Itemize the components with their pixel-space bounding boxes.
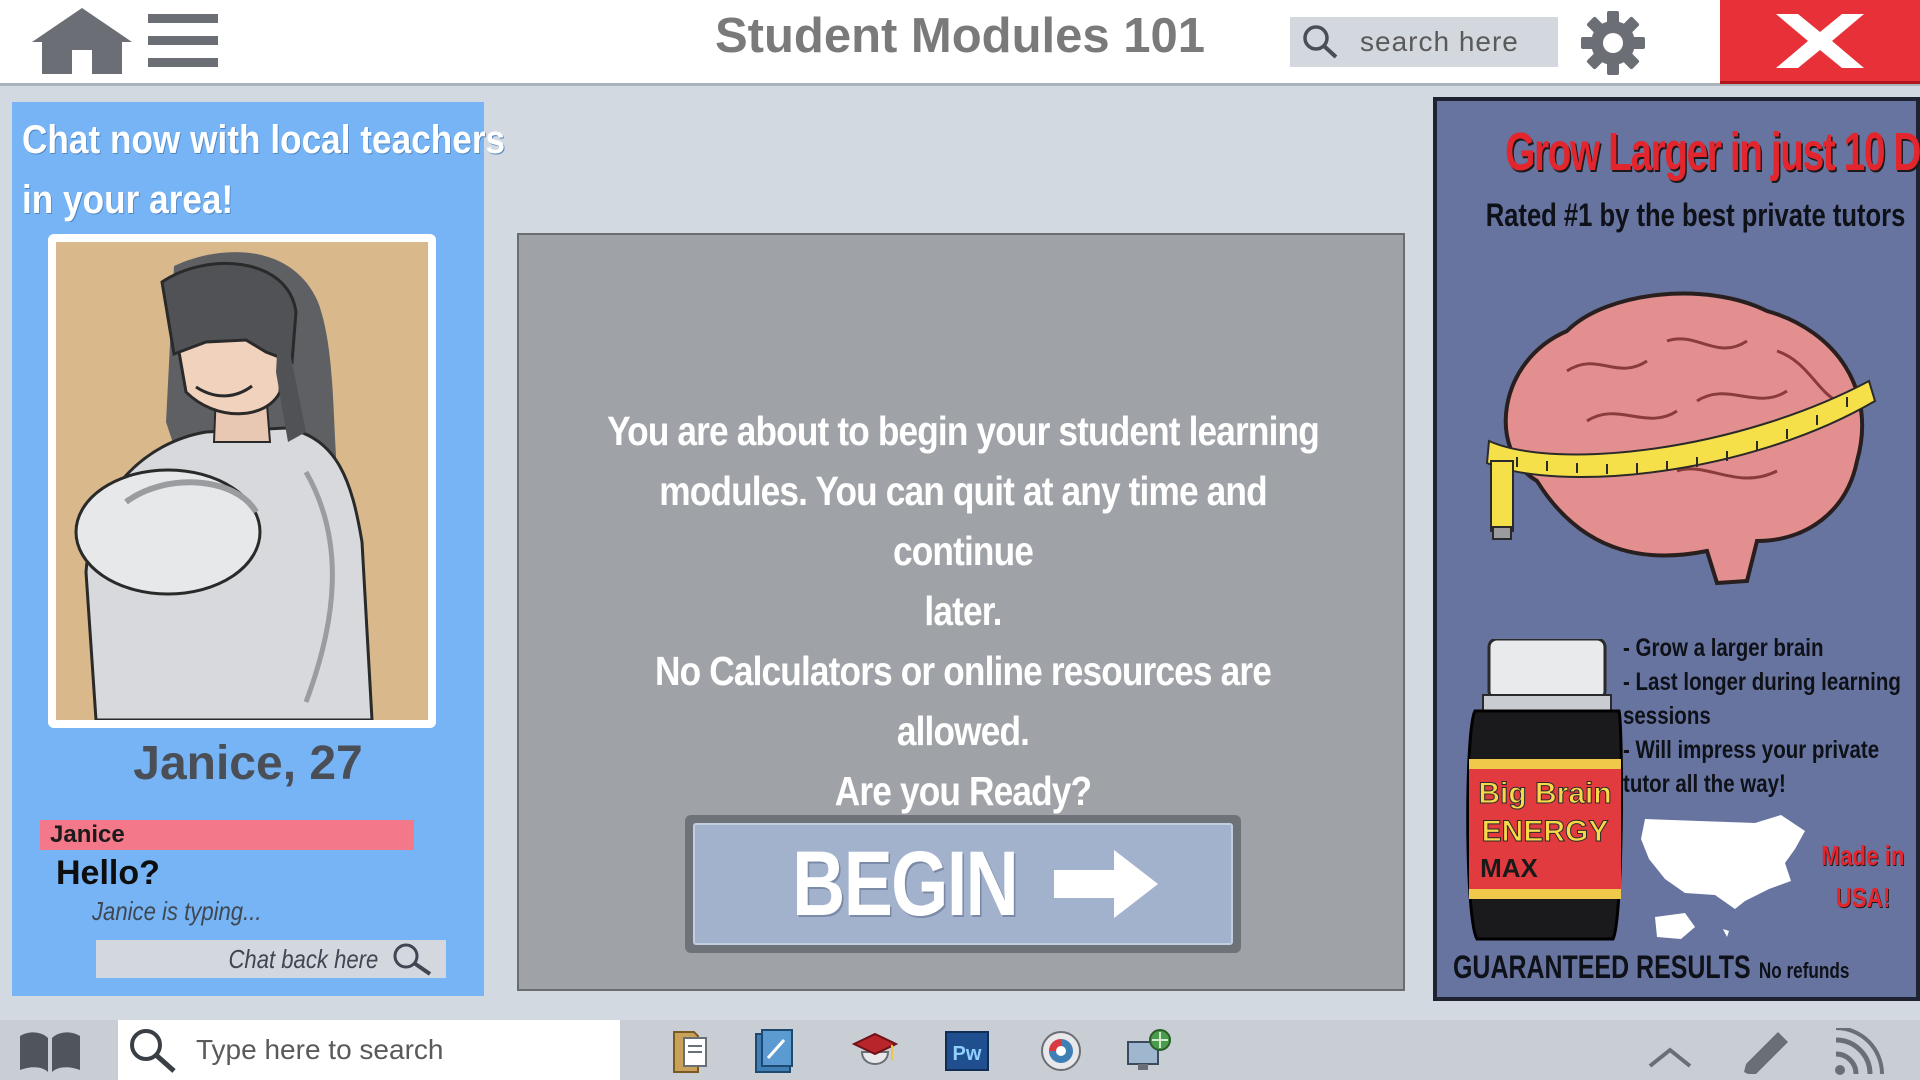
begin-button[interactable]: BEGIN <box>685 815 1241 953</box>
search-icon <box>393 943 432 976</box>
chat-ad-panel[interactable]: Chat now with local teachers in your are… <box>12 102 506 996</box>
app-title: Student Modules 101 <box>714 9 1206 63</box>
profile-card[interactable] <box>48 234 436 728</box>
made-in-usa-label: Made in USA! <box>1821 840 1905 913</box>
chevron-up-icon[interactable] <box>1646 1028 1694 1076</box>
arrow-right-icon <box>1053 850 1158 918</box>
profile-name: Janice, 27 <box>133 737 363 790</box>
guarantee-label: GUARANTEED RESULTS <box>1453 949 1751 985</box>
notes-icon[interactable] <box>752 1028 798 1074</box>
close-icon <box>1776 13 1864 68</box>
dialog-message: You are about to begin your student lear… <box>607 408 1320 814</box>
pw-app-icon[interactable]: Pw <box>944 1028 990 1074</box>
start-modules-dialog: You are about to begin your student lear… <box>517 233 1405 991</box>
book-icon[interactable] <box>18 1030 82 1074</box>
begin-label: BEGIN <box>792 832 1019 935</box>
ad-bullets: - Grow a larger brain - Last longer duri… <box>1623 634 1901 798</box>
header-search[interactable] <box>1290 17 1558 67</box>
chat-message: Hello? <box>56 854 160 892</box>
svg-text:Pw: Pw <box>953 1043 982 1065</box>
svg-text:Big Brain: Big Brain <box>1478 777 1611 810</box>
rss-feed-icon[interactable] <box>1832 1028 1886 1076</box>
file-manager-icon[interactable] <box>668 1028 714 1074</box>
graduation-cap-icon[interactable] <box>852 1028 898 1074</box>
svg-text:ENERGY: ENERGY <box>1482 815 1609 848</box>
ad-subheadline: Rated #1 by the best private tutors <box>1485 197 1906 233</box>
usa-map-image <box>1641 815 1805 939</box>
top-bar: Student Modules 101 <box>0 0 1920 86</box>
brain-ad-panel[interactable]: Grow Larger in just 10 DAYS! Rated #1 by… <box>1433 97 1920 1001</box>
close-button[interactable] <box>1720 0 1920 84</box>
hamburger-menu-icon[interactable] <box>148 12 218 70</box>
chat-sender-bar: Janice <box>40 820 414 850</box>
search-icon <box>1303 25 1338 59</box>
typing-indicator: Janice is typing... <box>92 896 262 926</box>
ad-footer: GUARANTEED RESULTS No refunds <box>1453 949 1849 986</box>
svg-text:MAX: MAX <box>1480 853 1538 883</box>
taskbar-search-input[interactable] <box>196 1034 596 1066</box>
chat-reply-input[interactable]: Chat back here <box>96 940 446 978</box>
network-computer-icon[interactable] <box>1126 1028 1172 1074</box>
taskbar-search[interactable] <box>118 1020 620 1080</box>
search-icon <box>130 1029 176 1073</box>
gear-icon[interactable] <box>1580 10 1646 76</box>
chat-ad-headline: Chat now with local teachers in your are… <box>22 118 506 222</box>
pencil-icon[interactable] <box>1740 1028 1792 1076</box>
profile-photo <box>56 242 428 720</box>
home-icon[interactable] <box>30 6 134 76</box>
header-search-input[interactable] <box>1360 26 1550 58</box>
chat-reply-placeholder: Chat back here <box>228 943 378 974</box>
brain-tape-measure-image <box>1485 291 1877 586</box>
supplement-bottle-image: Big Brain ENERGY MAX <box>1466 639 1623 941</box>
taskbar: Pw <box>0 1020 1920 1080</box>
ad-headline: Grow Larger in just 10 DAYS! <box>1505 122 1920 182</box>
disclaimer-label: No refunds <box>1758 958 1850 983</box>
browser-icon[interactable] <box>1038 1028 1084 1074</box>
